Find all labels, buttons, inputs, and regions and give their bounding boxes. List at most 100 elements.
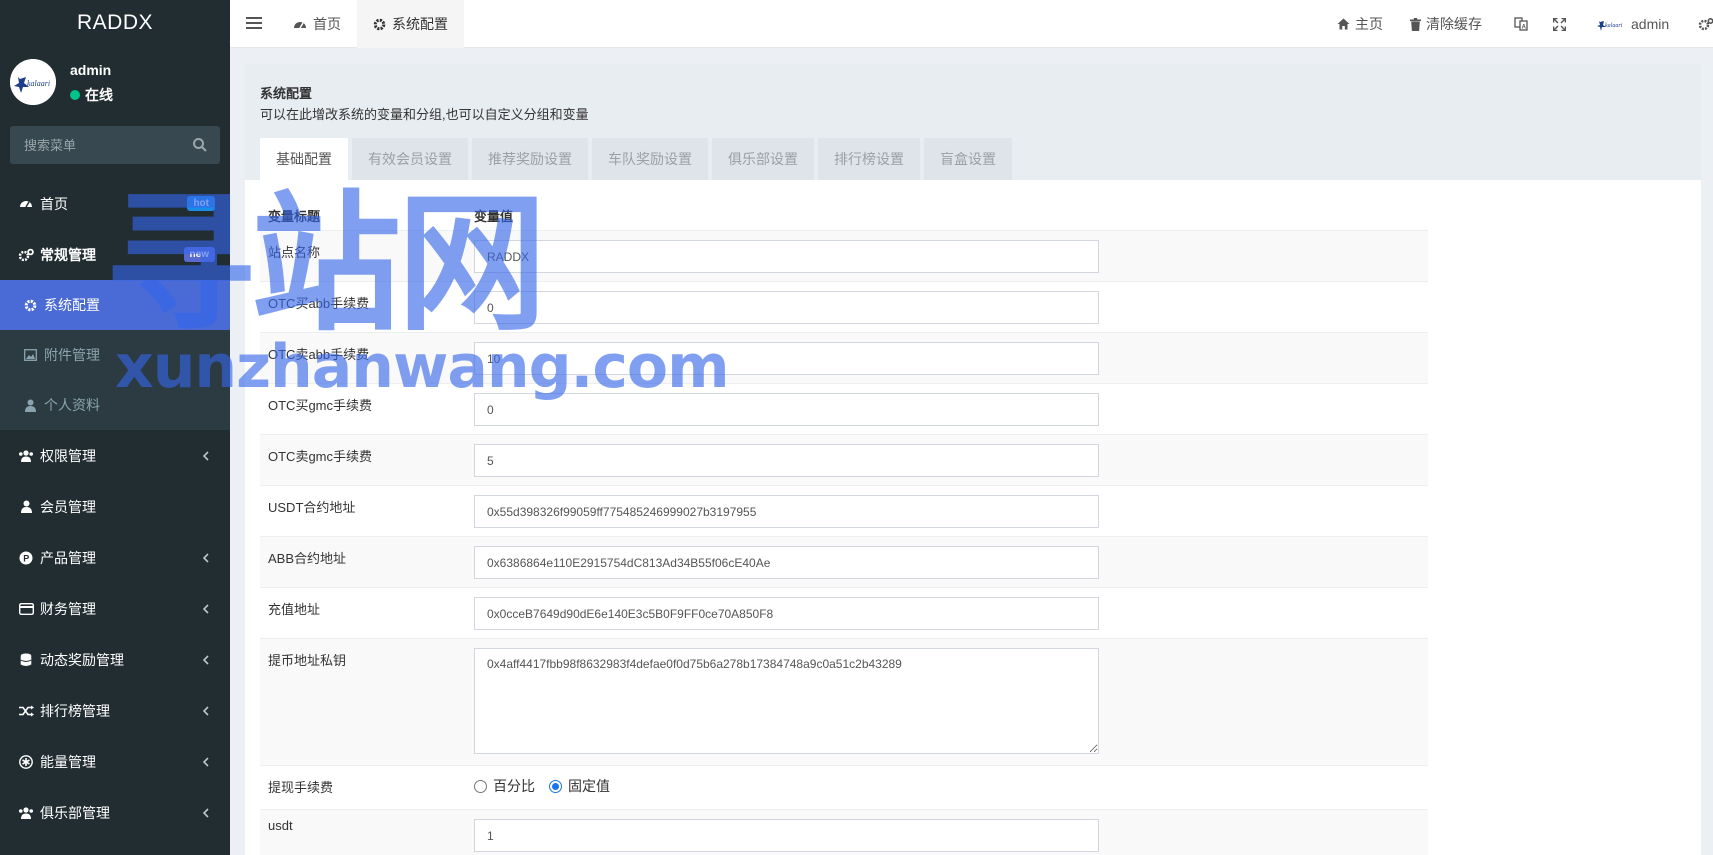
hamburger-menu-icon[interactable] [246,16,262,30]
user-name: admin [70,62,112,78]
site-name-input[interactable] [474,240,1099,273]
otc-buy-gmc-fee-input[interactable] [474,393,1099,426]
table-row: 站点名称 [260,230,1428,281]
radio-fixed-value[interactable]: 固定值 [549,776,610,796]
clear-cache-button[interactable]: 清除缓存 [1410,0,1482,48]
otc-buy-abb-fee-input[interactable] [474,291,1099,324]
search-icon[interactable] [192,137,208,153]
tab-team-reward[interactable]: 车队奖励设置 [592,138,708,180]
user-status-text: 在线 [85,87,113,103]
row-label: usdt [268,818,293,833]
home-icon [1337,18,1350,30]
gear-icon [373,18,386,30]
sidebar-search [10,126,220,164]
language-button[interactable]: A [1514,0,1528,48]
sidebar-item-products[interactable]: P 产品管理 [0,532,230,583]
row-label: OTC买abb手续费 [268,296,370,311]
otc-sell-gmc-fee-input[interactable] [474,444,1099,477]
sidebar-item-label: 产品管理 [40,549,96,566]
sidebar-item-finance[interactable]: 财务管理 [0,583,230,634]
table-row: OTC卖gmc手续费 [260,434,1428,485]
new-badge: new [183,247,215,262]
general-submenu: 系统配置 附件管理 个人资料 [0,280,230,430]
sidebar-item-home[interactable]: 首页 hot [0,178,230,229]
sidebar-item-system-config[interactable]: 系统配置 [0,280,230,330]
radio-label: 固定值 [568,778,610,794]
chevron-left-icon [202,451,209,461]
row-label: OTC卖abb手续费 [268,347,370,362]
radio-button[interactable] [549,779,562,793]
home-link[interactable]: 主页 [1337,0,1383,48]
deposit-address-input[interactable] [474,597,1099,630]
row-label: OTC卖gmc手续费 [268,449,373,464]
chevron-left-icon [202,655,209,665]
sidebar-item-profile[interactable]: 个人资料 [0,380,230,430]
table-row: USDT合约地址 [260,485,1428,536]
tab-valid-member[interactable]: 有效会员设置 [352,138,468,180]
avatar: kalaari [10,59,56,105]
search-input[interactable] [10,126,220,164]
otc-sell-abb-fee-input[interactable] [474,342,1099,375]
chevron-left-icon [202,706,209,716]
sidebar-item-club[interactable]: 俱乐部管理 [0,787,230,838]
sidebar-item-label: 能量管理 [40,753,96,770]
user-icon [18,499,34,515]
tab-club-settings[interactable]: 俱乐部设置 [712,138,814,180]
app-logo[interactable]: RADDX [0,0,230,48]
sidebar-item-permissions[interactable]: 权限管理 [0,430,230,481]
sidebar-item-label: 常规管理 [40,246,96,263]
tab-blind-box-settings[interactable]: 盲盒设置 [924,138,1012,180]
tab-basic-config[interactable]: 基础配置 [260,138,348,180]
row-label: 提现手续费 [268,780,334,795]
sidebar-item-label: 首页 [40,195,68,212]
users-icon [18,448,34,464]
main-content: 系统配置 可以在此增改系统的变量和分组,也可以自定义分组和变量 基础配置 有效会… [245,64,1701,855]
user-panel: kalaari admin 在线 [0,48,230,126]
panel-heading: 系统配置 可以在此增改系统的变量和分组,也可以自定义分组和变量 基础配置 有效会… [245,64,1701,180]
row-label: OTC买gmc手续费 [268,398,373,413]
user-status: 在线 [70,85,113,105]
product-icon: P [18,550,34,566]
radio-button[interactable] [474,779,487,793]
col-title-header: 变量标题 [268,209,321,224]
tab-system-config[interactable]: 系统配置 [357,0,464,48]
sidebar-item-label: 权限管理 [40,447,96,464]
home-link-label: 主页 [1355,16,1383,32]
top-header: 首页 系统配置 主页 清除缓存 A kalaari admin [230,0,1713,48]
config-table: 变量标题 变量值 站点名称 OTC买abb手续费 OTC卖abb手续费 OTC买… [260,198,1428,855]
tab-referral-reward[interactable]: 推荐奖励设置 [472,138,588,180]
sidebar-item-general[interactable]: 常规管理 new [0,229,230,280]
row-label: USDT合约地址 [268,500,356,515]
usdt-value-input[interactable] [474,819,1099,852]
config-tabs: 基础配置 有效会员设置 推荐奖励设置 车队奖励设置 俱乐部设置 排行榜设置 盲盒… [260,138,1012,180]
user-menu[interactable]: kalaari admin [1597,0,1669,48]
sidebar-item-leaderboard[interactable]: 排行榜管理 [0,685,230,736]
sidebar-item-dynamic-rewards[interactable]: 动态奖励管理 [0,634,230,685]
chevron-left-icon [202,604,209,614]
tab-leaderboard-settings[interactable]: 排行榜设置 [818,138,920,180]
sidebar-item-label: 排行榜管理 [40,702,110,719]
sidebar-item-energy[interactable]: 能量管理 [0,736,230,787]
table-row: 充值地址 [260,587,1428,638]
radio-percentage[interactable]: 百分比 [474,776,535,796]
usdt-contract-input[interactable] [474,495,1099,528]
hot-badge: hot [187,196,215,211]
random-icon [18,703,34,719]
table-row: 提币地址私钥 0x4aff4417fbb98f8632983f4defae0f0… [260,638,1428,765]
sidebar-item-members[interactable]: 会员管理 [0,481,230,532]
dashboard-icon [18,196,34,212]
table-row: usdt [260,809,1428,855]
table-header: 变量标题 变量值 [260,198,1428,230]
tab-home[interactable]: 首页 [277,0,357,48]
database-icon [18,652,34,668]
sidebar-item-attachments[interactable]: 附件管理 [0,330,230,380]
withdraw-private-key-textarea[interactable]: 0x4aff4417fbb98f8632983f4defae0f0d75b6a2… [474,648,1099,754]
table-row: ABB合约地址 [260,536,1428,587]
table-row: OTC买abb手续费 [260,281,1428,332]
page-description: 可以在此增改系统的变量和分组,也可以自定义分组和变量 [260,107,589,122]
table-row: 提现手续费 百分比 固定值 [260,765,1428,809]
abb-contract-input[interactable] [474,546,1099,579]
fullscreen-button[interactable] [1553,0,1566,48]
svg-text:kalaari: kalaari [1605,23,1623,29]
settings-button[interactable] [1698,0,1713,48]
